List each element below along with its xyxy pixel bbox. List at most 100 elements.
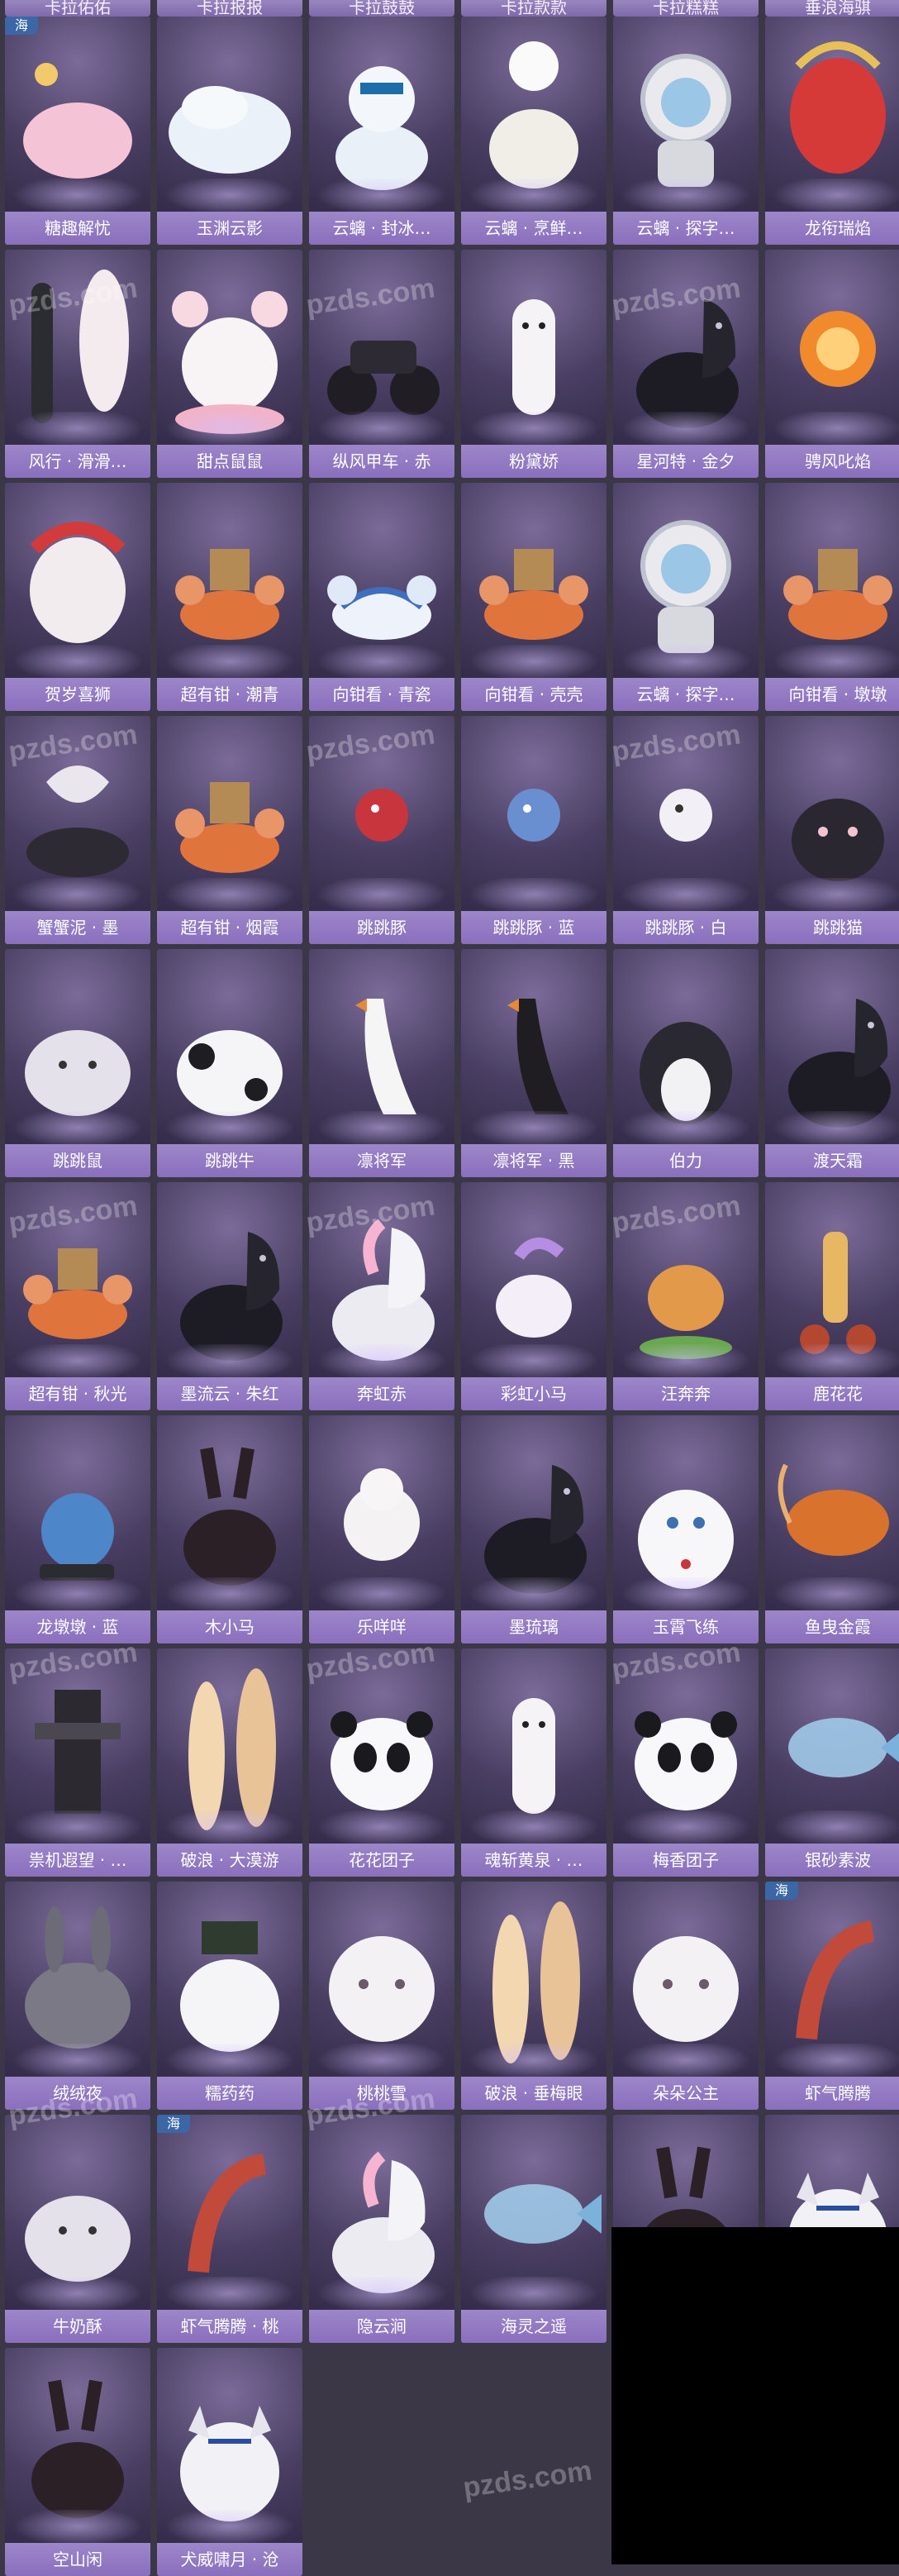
item-card[interactable]: 海糖趣解忧 <box>5 17 150 245</box>
item-card[interactable]: 海虾气腾腾 · 桃 <box>157 2115 302 2343</box>
item-glow <box>13 1111 142 1144</box>
item-card[interactable]: 贺岁喜狮 <box>5 483 150 711</box>
item-label: 银砂素波 <box>765 1844 899 1877</box>
item-card[interactable]: 破浪 · 垂梅眼 <box>461 1882 606 2110</box>
item-label: 龙墩墩 · 蓝 <box>5 1610 150 1643</box>
item-glow <box>621 179 750 212</box>
item-card[interactable]: 粉黛娇 <box>461 250 606 478</box>
item-label: 牛奶酥 <box>5 2310 150 2343</box>
item-glow <box>317 1111 446 1144</box>
item-label: 犬威啸月 · 沧 <box>157 2543 302 2576</box>
item-card[interactable]: 向钳看 · 青瓷 <box>309 483 454 711</box>
item-card[interactable]: 超有钳 · 秋光 <box>5 1182 150 1410</box>
header-cell[interactable]: 卡拉款款 <box>461 0 606 17</box>
item-glow <box>773 1577 899 1610</box>
item-card[interactable]: 渡天霜 <box>765 949 899 1177</box>
item-card[interactable]: 乐咩咩 <box>309 1415 454 1643</box>
item-badge: 海 <box>5 17 38 35</box>
item-card[interactable]: 蟹蟹泥 · 墨 <box>5 716 150 944</box>
item-card[interactable]: 奔虹赤 <box>309 1182 454 1410</box>
item-card[interactable]: 云螭 · 探字… <box>613 17 759 245</box>
item-label: 鹿花花 <box>765 1377 899 1410</box>
item-label: 梅香团子 <box>613 1844 759 1877</box>
item-card[interactable]: 鹿花花 <box>765 1182 899 1410</box>
item-card[interactable]: 银砂素波 <box>765 1648 899 1877</box>
item-card[interactable]: 跳跳豚 · 白 <box>613 716 759 944</box>
item-card[interactable]: 糯药药 <box>157 1882 302 2110</box>
item-card[interactable]: 玉霄飞练 <box>613 1415 759 1643</box>
item-card[interactable]: 凛将军 <box>309 949 454 1177</box>
item-card[interactable]: 向钳看 · 墩墩 <box>765 483 899 711</box>
item-card[interactable]: 跳跳猫 <box>765 716 899 944</box>
item-card[interactable]: 云螭 · 烹鲜… <box>461 17 606 245</box>
item-card[interactable]: 骋风叱焰 <box>765 250 899 478</box>
item-label: 甜点鼠鼠 <box>157 445 302 478</box>
item-card[interactable]: 超有钳 · 烟霞 <box>157 716 302 944</box>
item-card[interactable]: 跳跳鼠 <box>5 949 150 1177</box>
item-glow <box>165 2277 294 2310</box>
item-card[interactable]: 桃桃雪 <box>309 1882 454 2110</box>
item-card[interactable]: 彩虹小马 <box>461 1182 606 1410</box>
item-card[interactable]: 跳跳豚 <box>309 716 454 944</box>
item-card[interactable]: 云螭 · 探字… <box>613 483 759 711</box>
item-card[interactable]: 花花团子 <box>309 1648 454 1877</box>
item-card[interactable]: 梅香团子 <box>613 1648 759 1877</box>
item-card[interactable]: 纵风甲车 · 赤 <box>309 250 454 478</box>
item-card[interactable]: 鱼曳金霞 <box>765 1415 899 1643</box>
item-card[interactable]: 海虾气腾腾 <box>765 1882 899 2110</box>
item-label: 墨琉璃 <box>461 1610 606 1643</box>
header-row: 卡拉佑佑 卡拉报报 卡拉鼓鼓 卡拉款款 卡拉糕糕 垂浪海骐 <box>0 0 899 18</box>
item-card[interactable]: 甜点鼠鼠 <box>157 250 302 478</box>
item-card[interactable]: 牛奶酥 <box>5 2115 150 2343</box>
item-glow <box>773 412 899 445</box>
item-card[interactable]: 墨流云 · 朱红 <box>157 1182 302 1410</box>
item-card[interactable]: 云螭 · 封冰… <box>309 17 454 245</box>
item-card[interactable]: 隐云涧 <box>309 2115 454 2343</box>
item-card[interactable]: 龙墩墩 · 蓝 <box>5 1415 150 1643</box>
item-glow <box>165 1810 294 1844</box>
header-cell[interactable]: 卡拉鼓鼓 <box>309 0 454 17</box>
item-card[interactable]: 龙衔瑞焰 <box>765 17 899 245</box>
item-label: 粉黛娇 <box>461 445 606 478</box>
header-cell[interactable]: 垂浪海骐 <box>765 0 899 17</box>
item-card[interactable]: 朵朵公主 <box>613 1882 759 2110</box>
item-card[interactable]: 伯力 <box>613 949 759 1177</box>
header-cell[interactable]: 卡拉报报 <box>157 0 302 17</box>
header-cell[interactable]: 卡拉佑佑 <box>5 0 150 17</box>
item-card[interactable]: 跳跳豚 · 蓝 <box>461 716 606 944</box>
item-card[interactable]: 星河特 · 金夕 <box>613 250 759 478</box>
item-card[interactable]: 空山闲 <box>5 2348 150 2576</box>
item-glow <box>469 412 598 445</box>
item-card[interactable]: 墨琉璃 <box>461 1415 606 1643</box>
item-glow <box>165 1577 294 1610</box>
item-card[interactable]: 海灵之遥 <box>461 2115 606 2343</box>
item-card[interactable]: 汪奔奔 <box>613 1182 759 1410</box>
item-card[interactable]: 木小马 <box>157 1415 302 1643</box>
item-glow <box>469 2277 598 2310</box>
item-label: 奔虹赤 <box>309 1377 454 1410</box>
item-label: 贺岁喜狮 <box>5 678 150 711</box>
item-card[interactable]: 风行 · 滑滑… <box>5 250 150 478</box>
item-glow <box>165 1344 294 1377</box>
item-card[interactable]: 破浪 · 大漠游 <box>157 1648 302 1877</box>
item-card[interactable]: 魂斩黄泉 · … <box>461 1648 606 1877</box>
item-card[interactable]: 跳跳牛 <box>157 949 302 1177</box>
item-card[interactable]: 向钳看 · 壳壳 <box>461 483 606 711</box>
item-glow <box>469 1810 598 1844</box>
item-card[interactable]: 凛将军 · 黑 <box>461 949 606 1177</box>
item-card[interactable]: 犬威啸月 · 沧 <box>157 2348 302 2576</box>
item-card[interactable]: 玉渊云影 <box>157 17 302 245</box>
item-card[interactable]: 超有钳 · 潮青 <box>157 483 302 711</box>
item-glow <box>317 412 446 445</box>
item-glow <box>773 1810 899 1844</box>
item-glow <box>469 878 598 911</box>
item-card[interactable]: 绒绒夜 <box>5 1882 150 2110</box>
item-label: 祟机遐望 · … <box>5 1844 150 1877</box>
item-glow <box>469 1111 598 1144</box>
header-cell[interactable]: 卡拉糕糕 <box>613 0 759 17</box>
item-glow <box>317 1810 446 1844</box>
item-label: 朵朵公主 <box>613 2077 759 2110</box>
item-label: 破浪 · 垂梅眼 <box>461 2077 606 2110</box>
item-label: 蟹蟹泥 · 墨 <box>5 911 150 944</box>
item-card[interactable]: 祟机遐望 · … <box>5 1648 150 1877</box>
